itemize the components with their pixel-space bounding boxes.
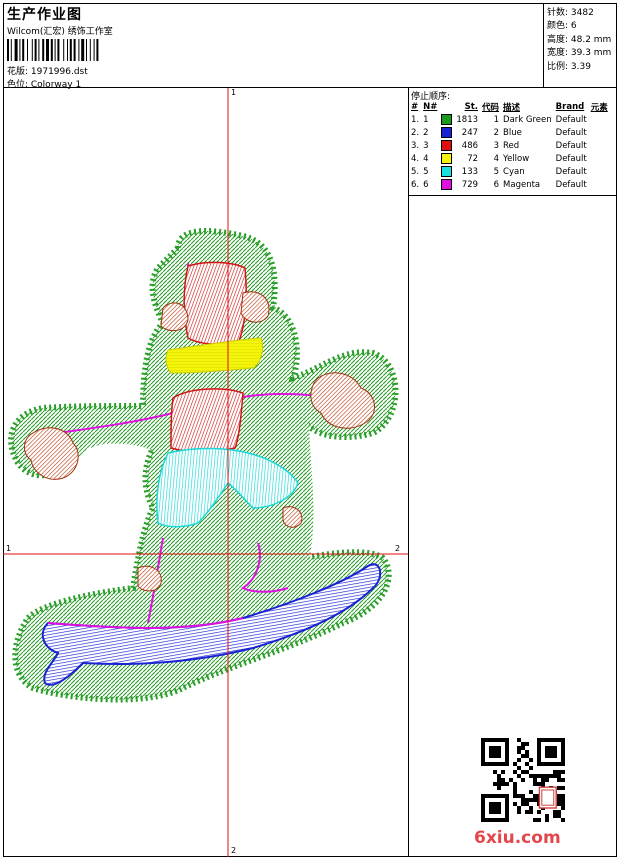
spec-height: 高度: 48.2 mm [547,35,612,45]
row-elements [589,139,610,152]
col-index: # [411,101,419,112]
col-stitches: St. [464,101,479,112]
design-preview: 1 2 1 2 [3,88,409,857]
stop-row: 1. 1 1813 1 Dark Green Default [409,113,610,126]
col-brand: Brand [555,101,585,112]
row-index: 3. [411,140,420,151]
qr-code-image [481,738,565,822]
row-description: Cyan [503,166,525,177]
row-stitches: 133 [461,166,479,177]
axis-label-left: 1 [6,544,12,553]
row-code: 1 [493,114,500,125]
stop-row: 3. 3 486 3 Red Default [409,139,610,152]
table-header-row: # N# St. 代码 描述 Brand 元素 [409,100,610,113]
row-code: 4 [493,153,500,164]
row-brand: Default [555,166,587,177]
row-index: 1. [411,114,420,125]
color-swatch [439,139,454,152]
color-swatch [439,126,454,139]
thread-color-swatch [441,166,453,177]
row-elements [589,152,610,165]
stop-row: 6. 6 729 6 Magenta Default [409,178,610,191]
thread-color-swatch [441,179,453,190]
col-number: N# [423,101,438,112]
stop-row: 2. 2 247 2 Blue Default [409,126,610,139]
head-red [183,261,247,346]
row-code: 3 [493,140,500,151]
stop-sequence-panel: 停止顺序: # N# St. 代码 描述 Brand 元素 1. 1 1813 1 Da… [409,88,617,196]
row-elements [589,178,610,191]
thread-color-swatch [441,114,453,125]
axis-label-top: 1 [231,88,237,97]
axis-label-bottom: 2 [231,846,237,855]
design-specs: 针数: 3482 颜色: 6 高度: 48.2 mm 宽度: 39.3 mm 比… [544,3,617,88]
color-swatch [439,178,454,191]
row-stitches: 486 [461,140,479,151]
row-description: Yellow [503,153,530,164]
watermark-text: 6xiu.com [474,828,561,848]
row-number: 5 [423,166,429,177]
row-code: 5 [493,166,500,177]
row-index: 6. [411,179,420,190]
thread-color-swatch [441,140,453,151]
row-stitches: 729 [461,179,479,190]
row-stitches: 247 [461,127,479,138]
row-description: Red [503,140,520,151]
row-elements [589,113,610,126]
row-number: 6 [423,179,429,190]
header-info: 生产作业图 Wilcom(汇宏) 绣饰工作室 花版: 1971996.dst 色… [3,3,544,90]
row-index: 4. [411,153,420,164]
row-stitches: 1813 [456,114,479,125]
row-number: 2 [423,127,429,138]
row-stitches: 72 [467,153,479,164]
page-title: 生产作业图 [7,7,82,23]
thread-color-swatch [441,153,453,164]
color-swatch [439,113,454,126]
stop-row: 4. 4 72 4 Yellow Default [409,152,610,165]
row-description: Magenta [503,179,541,190]
spec-scale: 比例: 3.39 [547,62,591,72]
color-swatch [439,152,454,165]
spec-stitches: 针数: 3482 [547,8,594,18]
company-name: Wilcom(汇宏) 绣饰工作室 [7,27,113,37]
row-description: Blue [503,127,522,138]
row-number: 3 [423,140,429,151]
stop-sequence-table: # N# St. 代码 描述 Brand 元素 1. 1 1813 1 Dark Gre… [409,100,610,191]
design-file-label: 花版: 1971996.dst [7,67,88,77]
stop-row: 5. 5 133 5 Cyan Default [409,165,610,178]
row-code: 6 [493,179,500,190]
embroidery-artwork [3,88,408,857]
row-brand: Default [555,127,587,138]
row-index: 2. [411,127,420,138]
col-description: 描述 [503,102,521,113]
col-code: 代码 [482,102,500,113]
row-description: Dark Green [503,114,552,125]
barcode-image [7,39,99,61]
axis-label-right: 2 [395,544,401,553]
row-brand: Default [555,179,587,190]
spec-colors: 颜色: 6 [547,21,577,31]
row-number: 4 [423,153,429,164]
row-code: 2 [493,127,500,138]
row-number: 1 [423,114,429,125]
spec-width: 宽度: 39.3 mm [547,48,612,58]
color-swatch [439,165,454,178]
row-brand: Default [555,114,587,125]
body-red [170,388,244,453]
row-index: 5. [411,166,420,177]
row-brand: Default [555,140,587,151]
row-brand: Default [555,153,587,164]
thread-color-swatch [441,127,453,138]
row-elements [589,126,610,139]
col-elements: 元素 [590,102,608,113]
row-elements [589,165,610,178]
